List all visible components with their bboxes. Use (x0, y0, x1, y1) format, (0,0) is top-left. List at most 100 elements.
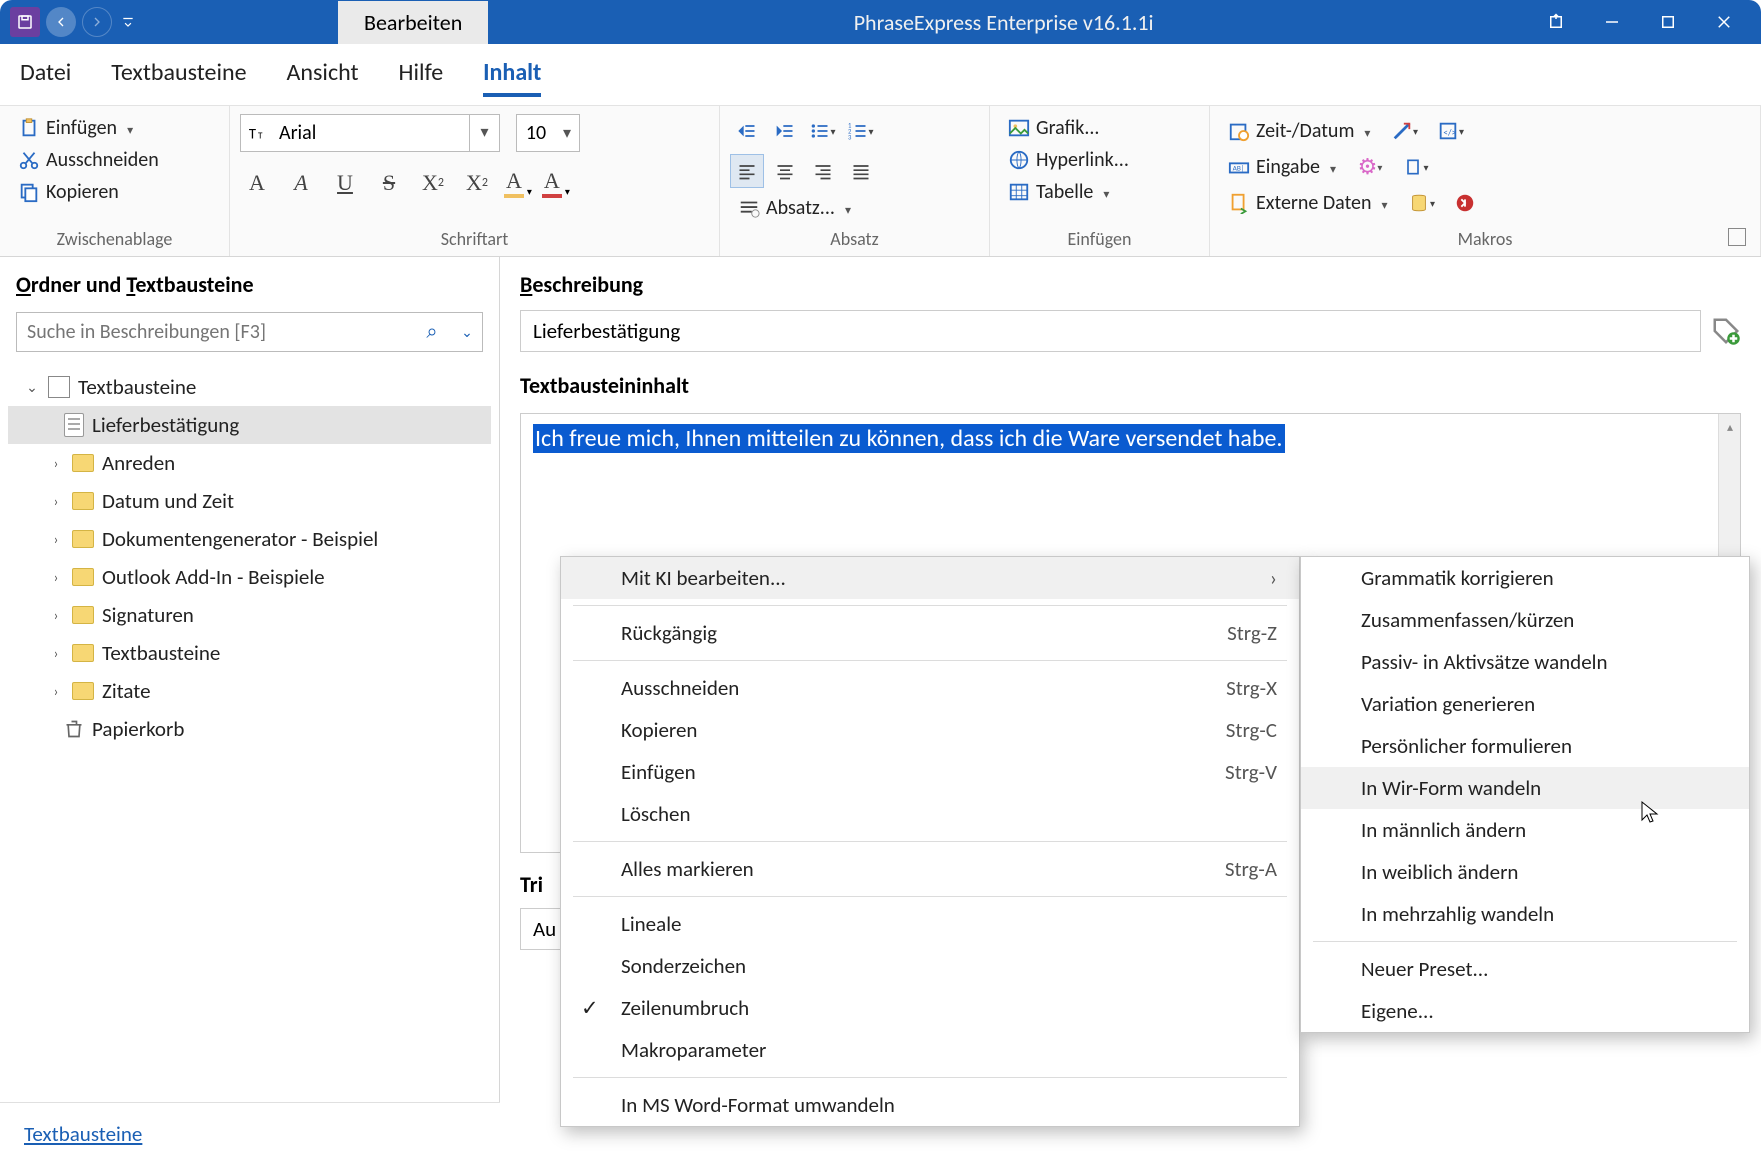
record-icon[interactable] (1448, 186, 1482, 220)
copy-button[interactable]: Kopieren (10, 176, 219, 208)
qat-dropdown-icon[interactable] (118, 7, 138, 37)
menu-item[interactable]: Sonderzeichen (561, 945, 1299, 987)
close-icon[interactable] (1701, 4, 1747, 40)
search-icon[interactable]: ⌕ (412, 320, 452, 344)
group-label: Makros (1220, 224, 1750, 250)
datetime-button[interactable]: Zeit-/Datum (1220, 115, 1378, 147)
font-color-button[interactable]: A (240, 166, 274, 200)
menu-item[interactable]: ✓Zeilenumbruch (561, 987, 1299, 1029)
tree-folder[interactable]: ›Textbausteine (8, 634, 491, 672)
save-icon[interactable] (10, 7, 40, 37)
tab-datei[interactable]: Datei (20, 58, 71, 97)
tree-folder[interactable]: ›Zitate (8, 672, 491, 710)
active-ribbon-tab[interactable]: Bearbeiten (338, 1, 488, 44)
document-arrow-icon (1228, 192, 1250, 214)
paragraph-button[interactable]: Absatz... (730, 192, 979, 224)
search-box[interactable]: ⌕ ⌄ (16, 312, 483, 352)
globe-icon (1008, 149, 1030, 171)
numbering-button[interactable]: 123▾ (844, 114, 878, 148)
graphic-button[interactable]: Grafik... (1000, 112, 1199, 144)
paste-button[interactable]: Einfügen (10, 112, 219, 144)
tree-folder[interactable]: ›Signaturen (8, 596, 491, 634)
external-data-button[interactable]: Externe Daten (1220, 187, 1396, 219)
italic-button[interactable]: A (284, 166, 318, 200)
bullets-button[interactable]: ▾ (806, 114, 840, 148)
submenu-item[interactable]: In weiblich ändern (1301, 851, 1749, 893)
submenu-item[interactable]: In männlich ändern (1301, 809, 1749, 851)
svg-text:3: 3 (848, 133, 852, 141)
tree-item-selected[interactable]: Lieferbestätigung (8, 406, 491, 444)
menu-item[interactable]: EinfügenStrg-V (561, 751, 1299, 793)
superscript-button[interactable]: X2 (460, 166, 494, 200)
tree-trash[interactable]: Papierkorb (8, 710, 491, 748)
justify-button[interactable] (844, 154, 878, 188)
input-button[interactable]: AB| Eingabe (1220, 151, 1344, 183)
outdent-button[interactable] (730, 114, 764, 148)
clipboard-macro-icon[interactable]: ▾ (1396, 150, 1436, 184)
tab-hilfe[interactable]: Hilfe (399, 58, 444, 97)
forward-icon (82, 7, 112, 37)
menu-item[interactable]: In MS Word-Format umwandeln (561, 1084, 1299, 1126)
align-right-button[interactable] (806, 154, 840, 188)
macro-tool1-icon[interactable]: ▾ (1384, 114, 1424, 148)
font-size-input[interactable] (517, 121, 555, 145)
align-left-button[interactable] (730, 154, 764, 188)
align-center-button[interactable] (768, 154, 802, 188)
menu-item[interactable]: AusschneidenStrg-X (561, 667, 1299, 709)
tab-inhalt[interactable]: Inhalt (483, 58, 541, 97)
underline-button[interactable]: U (328, 166, 362, 200)
sidebar-footer-link[interactable]: Textbausteine (0, 1102, 500, 1165)
search-dropdown-icon[interactable]: ⌄ (452, 324, 482, 341)
minimize-icon[interactable] (1589, 4, 1635, 40)
text-highlight-button[interactable]: A▾ (504, 168, 532, 198)
menu-item[interactable]: RückgängigStrg-Z (561, 612, 1299, 654)
submenu-item[interactable]: In mehrzahlig wandeln (1301, 893, 1749, 935)
svg-text:AB|: AB| (1233, 164, 1245, 173)
menu-item[interactable]: Makroparameter (561, 1029, 1299, 1071)
tag-add-icon[interactable] (1711, 316, 1741, 346)
submenu-item[interactable]: Variation generieren (1301, 683, 1749, 725)
tree-root[interactable]: ⌄Textbausteine (8, 368, 491, 406)
tab-textbausteine[interactable]: Textbausteine (111, 58, 246, 97)
submenu-item[interactable]: Neuer Preset... (1301, 948, 1749, 990)
menu-item[interactable]: KopierenStrg-C (561, 709, 1299, 751)
trigger-label: Tri (520, 871, 543, 898)
back-icon[interactable] (46, 7, 76, 37)
svg-text:T: T (258, 131, 263, 142)
menu-item[interactable]: Löschen (561, 793, 1299, 835)
hyperlink-button[interactable]: Hyperlink... (1000, 144, 1199, 176)
macro-tool2-icon[interactable]: </>▾ (1430, 114, 1470, 148)
submenu-item[interactable]: Passiv- in Aktivsätze wandeln (1301, 641, 1749, 683)
menu-item[interactable]: Mit KI bearbeiten...› (561, 557, 1299, 599)
tree-folder[interactable]: ›Dokumentengenerator - Beispiel (8, 520, 491, 558)
maximize-icon[interactable] (1645, 4, 1691, 40)
subscript-button[interactable]: X2 (416, 166, 450, 200)
tab-ansicht[interactable]: Ansicht (287, 58, 359, 97)
text-color-button[interactable]: A▾ (542, 168, 570, 198)
menu-item[interactable]: Lineale (561, 903, 1299, 945)
search-input[interactable] (17, 320, 412, 344)
calendar-clock-icon (1228, 120, 1250, 142)
submenu-item[interactable]: In Wir-Form wandeln (1301, 767, 1749, 809)
scroll-icon[interactable]: ▾ (1402, 186, 1442, 220)
submenu-item[interactable]: Grammatik korrigieren (1301, 557, 1749, 599)
table-button[interactable]: Tabelle (1000, 176, 1199, 208)
font-name-select[interactable]: TT Arial ▾ (240, 114, 500, 152)
indent-button[interactable] (768, 114, 802, 148)
strikethrough-button[interactable]: S (372, 166, 406, 200)
submenu-item[interactable]: Eigene... (1301, 990, 1749, 1032)
menu-item[interactable]: Alles markierenStrg-A (561, 848, 1299, 890)
ribbon-launcher-icon[interactable] (1728, 228, 1746, 246)
description-input[interactable] (520, 310, 1701, 352)
tree-folder[interactable]: ›Anreden (8, 444, 491, 482)
restore-down-icon[interactable] (1533, 4, 1579, 40)
gear-icon[interactable]: ⚙▾ (1350, 150, 1390, 184)
input-icon: AB| (1228, 156, 1250, 178)
submenu-item[interactable]: Persönlicher formulieren (1301, 725, 1749, 767)
table-icon (1008, 181, 1030, 203)
tree-folder[interactable]: ›Datum und Zeit (8, 482, 491, 520)
submenu-item[interactable]: Zusammenfassen/kürzen (1301, 599, 1749, 641)
font-size-select[interactable]: ▾ (516, 114, 580, 152)
tree-folder[interactable]: ›Outlook Add-In - Beispiele (8, 558, 491, 596)
cut-button[interactable]: Ausschneiden (10, 144, 219, 176)
